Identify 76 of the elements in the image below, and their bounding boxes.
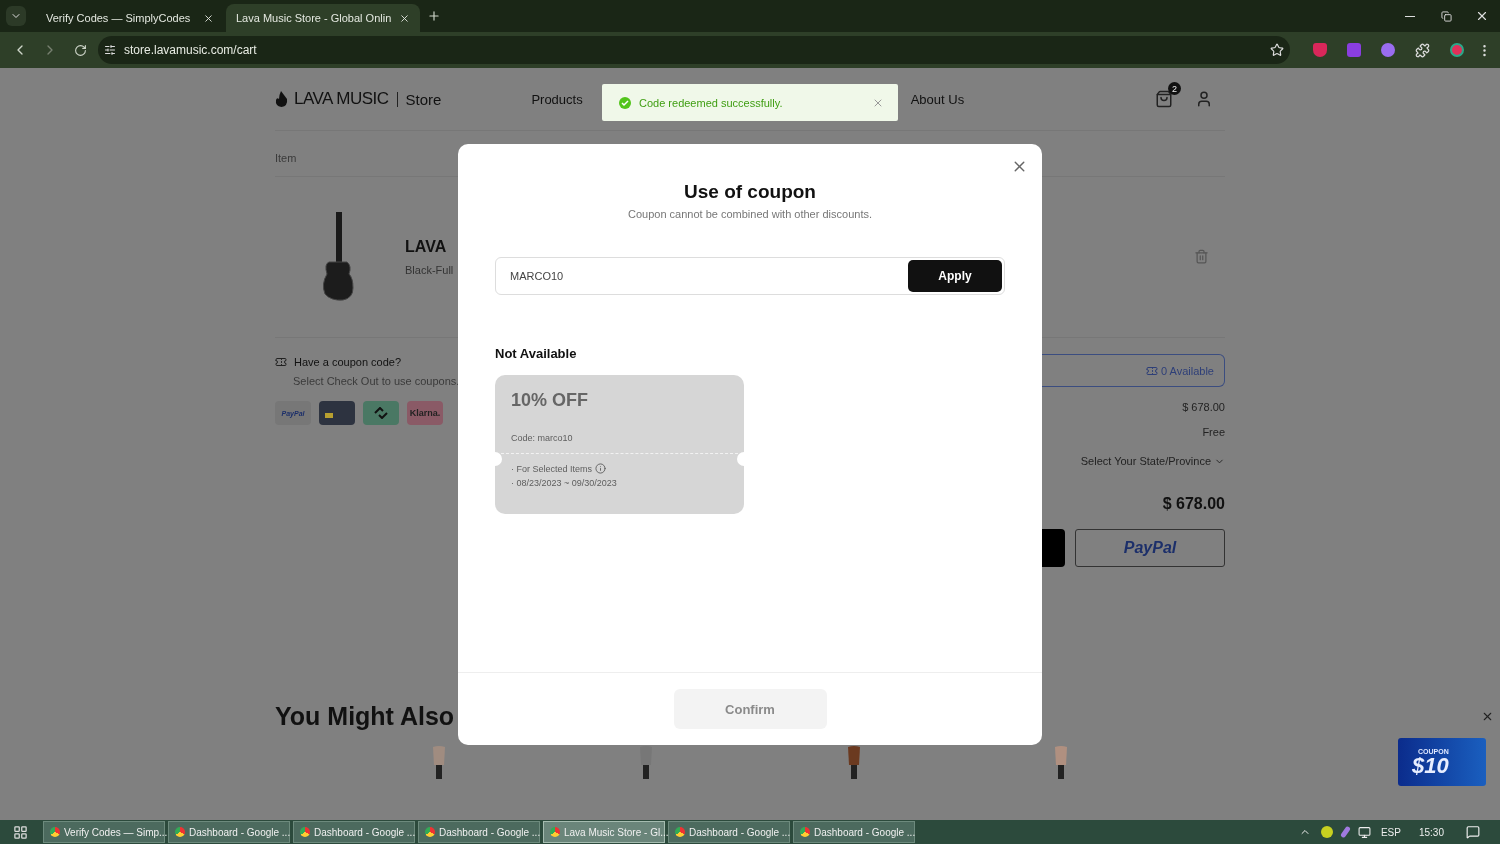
- section-title: Not Available: [495, 346, 577, 361]
- browser-icon: [175, 827, 185, 837]
- round-extension-icon[interactable]: [1381, 43, 1395, 57]
- state-select[interactable]: Select Your State/Province: [1080, 455, 1225, 467]
- tab-list-button[interactable]: [6, 6, 26, 26]
- profile-avatar[interactable]: [1450, 43, 1464, 57]
- success-check-icon: [619, 96, 631, 109]
- paypal-button[interactable]: PayPal: [1075, 529, 1225, 567]
- browser-tab[interactable]: Verify Codes — SimplyCodes: [36, 4, 224, 32]
- browser-icon: [800, 827, 810, 837]
- link-payment-icon: [363, 401, 399, 425]
- browser-icon: [675, 827, 685, 837]
- close-button[interactable]: [1481, 710, 1494, 723]
- browser-icon: [50, 827, 60, 837]
- tray-app-icon[interactable]: [1320, 826, 1333, 838]
- grid-icon: [12, 824, 28, 840]
- taskbar-item[interactable]: Dashboard - Google ...: [418, 821, 540, 843]
- klarna-logo: Klarna.: [407, 401, 443, 425]
- taskbar-item[interactable]: Dashboard - Google ...: [793, 821, 915, 843]
- column-label: Item: [275, 152, 297, 164]
- account-icon[interactable]: [1195, 90, 1213, 108]
- close-icon: [203, 12, 214, 24]
- total-value: $ 678.00: [1162, 495, 1225, 513]
- coupon-code: Code: marco10: [511, 433, 573, 443]
- nav-link[interactable]: About Us: [910, 91, 965, 107]
- extensions-icon[interactable]: [1415, 42, 1430, 58]
- bookmark-star-icon: [1270, 43, 1284, 57]
- taskbar-item[interactable]: Verify Codes — Simp...: [43, 821, 165, 843]
- clock[interactable]: 15:30: [1418, 826, 1444, 838]
- browser-icon: [550, 827, 560, 837]
- taskbar-item[interactable]: Dashboard - Google ...: [293, 821, 415, 843]
- card-payment-icon: [319, 401, 355, 425]
- apply-button[interactable]: Apply: [908, 260, 1002, 292]
- product-name[interactable]: LAVA: [405, 238, 454, 256]
- reload-icon: [73, 43, 87, 57]
- network-icon[interactable]: [1357, 825, 1371, 839]
- store-label: Store: [405, 90, 442, 108]
- coupon-discount: 10% OFF: [511, 390, 589, 411]
- nav-link[interactable]: Products: [531, 91, 583, 107]
- shipping-value: Free: [1202, 426, 1225, 438]
- taskbar-item[interactable]: Dashboard - Google ...: [668, 821, 790, 843]
- coupon-prompt: Have a coupon code?: [294, 356, 402, 368]
- close-icon: [1475, 9, 1489, 23]
- subtotal-value: $ 678.00: [1182, 401, 1225, 413]
- toast-message: Code redeemed successfully.: [639, 96, 784, 109]
- close-icon: [1481, 710, 1494, 723]
- cart-icon[interactable]: [1155, 90, 1173, 108]
- cart-count-badge: 2: [1168, 82, 1181, 95]
- restore-icon: [1440, 10, 1452, 22]
- coupon-code-field[interactable]: MARCO10 Apply: [495, 257, 1005, 295]
- taskbar-item[interactable]: Dashboard - Google ...: [168, 821, 290, 843]
- dialog-title: Use of coupon: [684, 181, 816, 203]
- info-icon[interactable]: [595, 463, 607, 474]
- ticket-icon: [275, 356, 287, 368]
- browser-icon: [425, 827, 435, 837]
- plus-icon: [427, 9, 442, 23]
- dialog-subtitle: Coupon cannot be combined with other discounts.: [628, 208, 872, 220]
- coupon-count: 0 Available: [1161, 364, 1214, 377]
- close-icon: [399, 12, 411, 24]
- browser-tab[interactable]: Lava Music Store - Global Onlin: [226, 4, 421, 32]
- feather-icon[interactable]: [1339, 825, 1351, 839]
- ticket-icon: [1146, 364, 1158, 377]
- product-variant: Black-Full: [405, 264, 454, 276]
- site-settings-icon: [104, 44, 116, 56]
- coupon-hint: Select Check Out to use coupons.: [293, 375, 460, 387]
- language-indicator[interactable]: ESP: [1380, 826, 1401, 838]
- coupon-scope: · For Selected Items: [511, 463, 593, 474]
- flame-logo-icon: [275, 91, 288, 107]
- minimize-icon: [1405, 15, 1415, 17]
- browser-icon: [300, 827, 310, 837]
- section-title: You Might Also: [275, 702, 455, 731]
- coupon-dates: · 08/23/2023 ~ 09/30/2023: [511, 478, 617, 488]
- notifications-icon[interactable]: [1466, 825, 1480, 839]
- brand-name[interactable]: LAVA MUSIC: [294, 89, 389, 109]
- shield-extension-icon[interactable]: [1313, 43, 1327, 57]
- address-bar[interactable]: store.lavamusic.com/cart: [98, 36, 1290, 64]
